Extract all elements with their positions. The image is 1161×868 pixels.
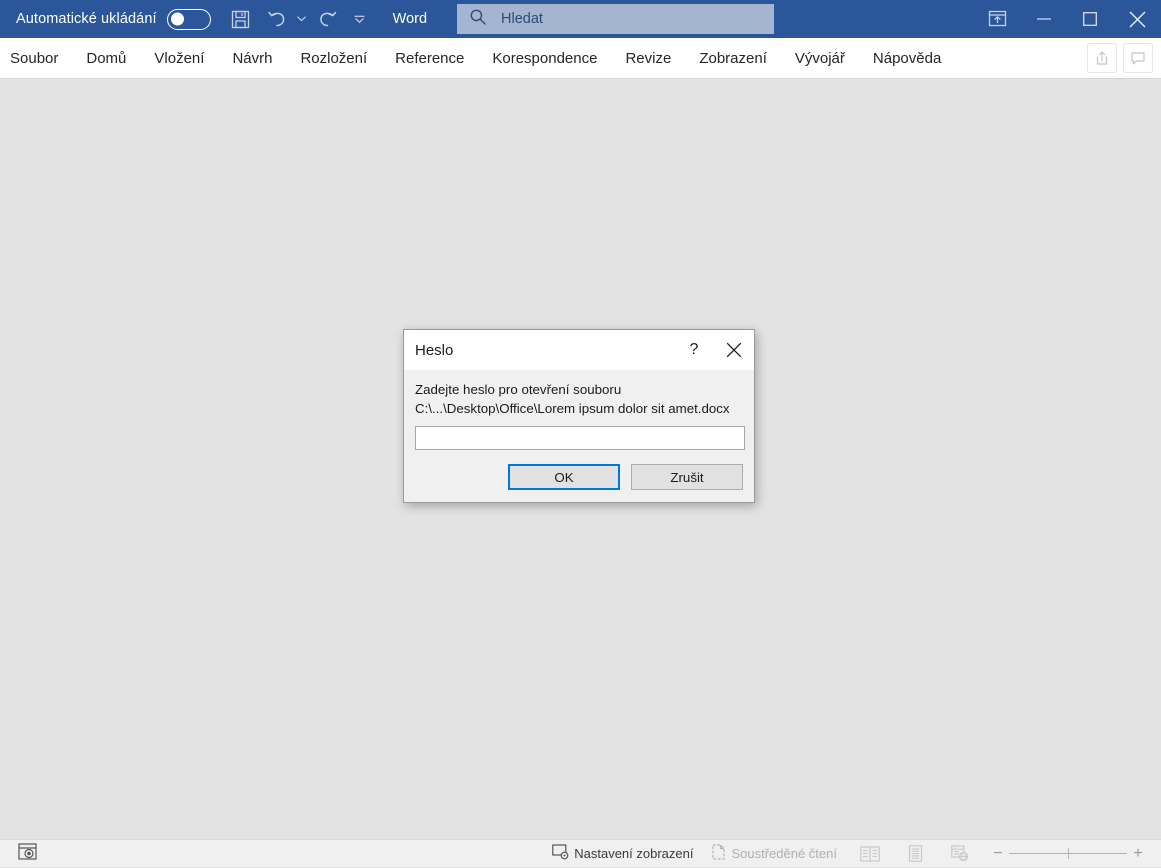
tab-zobrazeni[interactable]: Zobrazení (685, 38, 781, 79)
display-settings-label: Nastavení zobrazení (574, 846, 693, 861)
display-settings-button[interactable]: Nastavení zobrazení (543, 840, 702, 868)
display-settings-icon (552, 844, 569, 863)
read-mode-icon[interactable] (846, 840, 894, 868)
dialog-button-row: OK Zrušit (508, 464, 743, 490)
dialog-prompt-line-2: C:\...\Desktop\Office\Lorem ipsum dolor … (415, 399, 743, 418)
zoom-in-button[interactable]: + (1127, 846, 1149, 862)
search-icon (469, 8, 487, 31)
ribbon-tab-bar: Soubor Domů Vložení Návrh Rozložení Refe… (0, 38, 1161, 79)
app-name-label: Word (393, 11, 427, 27)
zoom-control: − + (983, 845, 1161, 863)
web-layout-icon[interactable] (937, 840, 983, 868)
autosave-toggle[interactable] (167, 9, 211, 30)
focus-read-label: Soustředěné čtení (731, 846, 837, 861)
password-input[interactable] (415, 426, 745, 450)
password-dialog: Heslo ? Zadejte heslo pro otevření soubo… (403, 329, 755, 503)
focus-read-button[interactable]: Soustředěné čtení (702, 840, 846, 868)
tab-vlozeni[interactable]: Vložení (140, 38, 218, 79)
tab-reference[interactable]: Reference (381, 38, 478, 79)
dialog-body: Zadejte heslo pro otevření souboru C:\..… (404, 370, 754, 502)
minimize-icon[interactable] (1021, 0, 1067, 38)
window-controls (973, 0, 1161, 38)
zoom-slider-midpoint (1068, 848, 1069, 859)
tab-revize[interactable]: Revize (611, 38, 685, 79)
redo-icon[interactable] (309, 4, 345, 34)
maximize-icon[interactable] (1067, 0, 1113, 38)
dialog-close-icon[interactable] (714, 330, 754, 370)
zoom-slider[interactable] (1009, 845, 1127, 863)
save-icon[interactable] (223, 4, 259, 34)
comment-icon[interactable] (1123, 43, 1153, 73)
autosave-group[interactable]: Automatické ukládání (16, 9, 211, 30)
close-icon[interactable] (1113, 0, 1161, 38)
dialog-title: Heslo (415, 342, 453, 359)
status-bar-right: Nastavení zobrazení Soustředěné čtení (543, 840, 1161, 868)
record-macro-icon[interactable] (18, 843, 37, 865)
ok-button[interactable]: OK (508, 464, 620, 490)
autosave-label: Automatické ukládání (16, 11, 157, 27)
tab-napoveda[interactable]: Nápověda (859, 38, 955, 79)
dialog-title-bar-buttons: ? (674, 330, 754, 370)
help-icon[interactable]: ? (674, 330, 714, 370)
customize-quick-access-toolbar-icon[interactable] (345, 4, 375, 34)
undo-icon[interactable] (259, 4, 295, 34)
status-bar-left (18, 843, 37, 865)
print-layout-icon[interactable] (894, 840, 937, 868)
tab-soubor[interactable]: Soubor (0, 38, 72, 79)
quick-access-toolbar (223, 4, 375, 34)
tab-navrh[interactable]: Návrh (218, 38, 286, 79)
dialog-title-bar: Heslo ? (404, 330, 754, 370)
tab-vyvojar[interactable]: Vývojář (781, 38, 859, 79)
cancel-button[interactable]: Zrušit (631, 464, 743, 490)
zoom-out-button[interactable]: − (987, 846, 1009, 862)
search-input[interactable]: Hledat (501, 11, 543, 27)
search-box[interactable]: Hledat (457, 4, 774, 34)
title-bar: Automatické ukládání (0, 0, 1161, 38)
ribbon-right-actions (1087, 43, 1153, 73)
tab-rozlozeni[interactable]: Rozložení (286, 38, 381, 79)
ribbon-display-options-icon[interactable] (973, 0, 1021, 38)
undo-dropdown-chevron-icon[interactable] (295, 4, 309, 34)
share-icon[interactable] (1087, 43, 1117, 73)
focus-read-icon (711, 844, 726, 863)
autosave-toggle-knob (171, 13, 184, 26)
status-bar: Nastavení zobrazení Soustředěné čtení (0, 839, 1161, 867)
tab-korespondence[interactable]: Korespondence (478, 38, 611, 79)
dialog-prompt-line-1: Zadejte heslo pro otevření souboru (415, 380, 743, 399)
tab-domu[interactable]: Domů (72, 38, 140, 79)
